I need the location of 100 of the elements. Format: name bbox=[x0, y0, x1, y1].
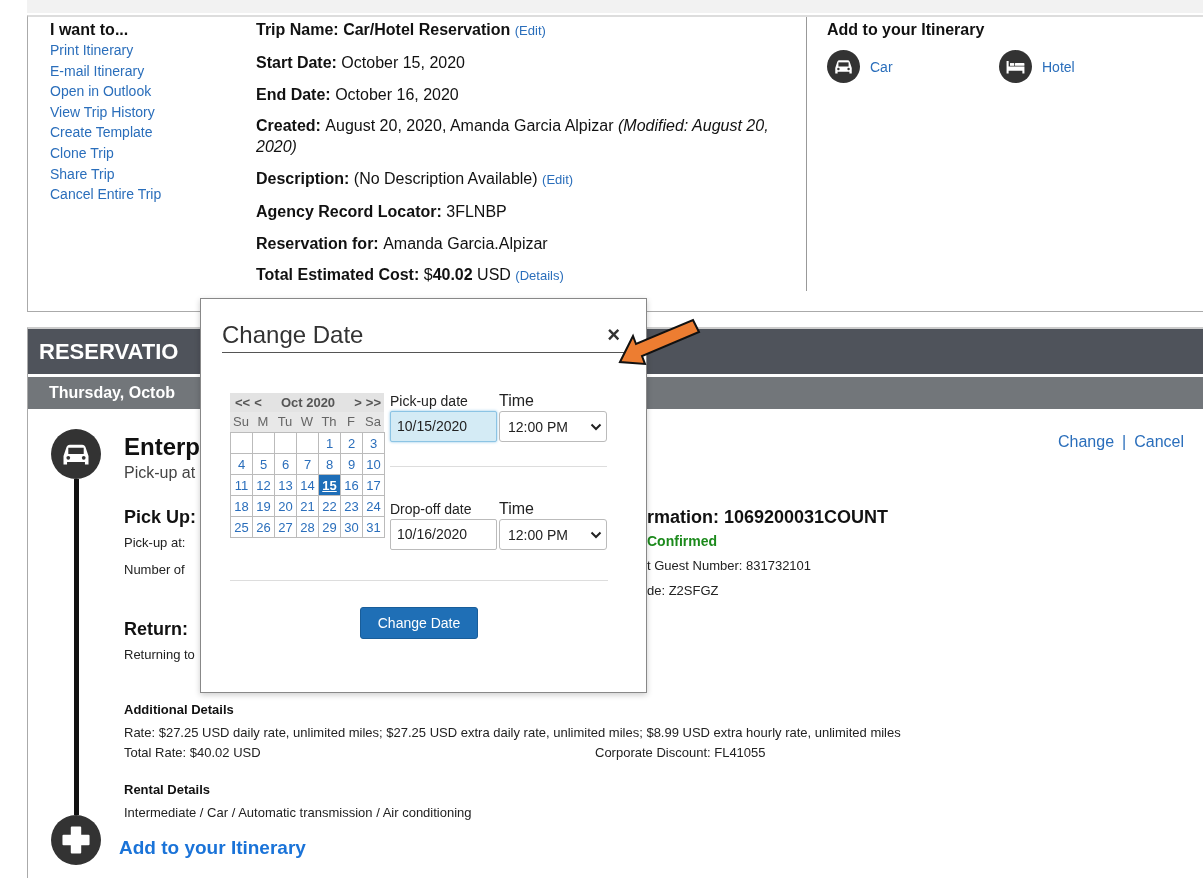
action-link[interactable]: View Trip History bbox=[50, 101, 155, 123]
next-nav[interactable]: > bbox=[354, 395, 362, 410]
calendar-day[interactable]: 6 bbox=[275, 454, 297, 475]
trip-field: Agency Record Locator: 3FLNBP bbox=[256, 201, 806, 223]
calendar-day[interactable]: 28 bbox=[297, 517, 319, 538]
action-link[interactable]: Cancel Entire Trip bbox=[50, 184, 162, 205]
calendar-day[interactable]: 4 bbox=[231, 454, 253, 475]
calendar-day[interactable]: 21 bbox=[297, 496, 319, 517]
detail-text: de: Z2SFGZ bbox=[647, 582, 719, 600]
close-button[interactable]: × bbox=[607, 324, 620, 346]
calendar-day[interactable]: 3 bbox=[363, 433, 385, 454]
calendar-day[interactable]: 30 bbox=[341, 517, 363, 538]
calendar-day[interactable]: 12 bbox=[253, 475, 275, 496]
plus-icon[interactable] bbox=[51, 815, 101, 865]
calendar-day[interactable]: 31 bbox=[363, 517, 385, 538]
section-heading: Pick Up: bbox=[124, 506, 197, 528]
weekday-label: Th bbox=[320, 413, 338, 431]
date-heading: Thursday, Octob bbox=[49, 384, 175, 401]
calendar-day[interactable]: 26 bbox=[253, 517, 275, 538]
car-icon[interactable] bbox=[827, 50, 860, 83]
add-option-link[interactable]: Car bbox=[870, 58, 893, 75]
calendar-day[interactable]: 17 bbox=[363, 475, 385, 496]
subtitle: Pick-up at bbox=[124, 463, 196, 483]
field-label: Pick-up date bbox=[390, 393, 469, 409]
calendar-day[interactable]: 10 bbox=[363, 454, 385, 475]
action-link[interactable]: Print Itinerary bbox=[50, 40, 134, 61]
edit-link[interactable]: (Edit) bbox=[542, 171, 574, 187]
calendar-day[interactable]: 19 bbox=[253, 496, 275, 517]
calendar-day[interactable]: 7 bbox=[297, 454, 319, 475]
section-title: RESERVATIO bbox=[39, 339, 179, 364]
bed-icon[interactable] bbox=[999, 50, 1032, 83]
change-date-button[interactable]: Change Date bbox=[360, 607, 478, 639]
action-link[interactable]: Clone Trip bbox=[50, 142, 114, 164]
next-nav[interactable]: >> bbox=[365, 395, 381, 410]
chevron-icon bbox=[590, 422, 602, 431]
detail-text: Returning to bbox=[124, 646, 195, 664]
calendar-day[interactable]: 23 bbox=[341, 496, 363, 517]
status-text: Confirmed bbox=[647, 532, 718, 551]
calendar-day[interactable]: 22 bbox=[319, 496, 341, 517]
date-field[interactable]: 10/16/2020 bbox=[390, 519, 497, 550]
trip-field: Created: August 20, 2020, Amanda Garcia Alpizar (Modified: August 20, 2020) bbox=[256, 115, 806, 158]
detail-text: Corporate Discount: FL41055 bbox=[595, 744, 767, 762]
weekday-label: W bbox=[299, 413, 315, 431]
action-link[interactable]: Change bbox=[1058, 433, 1115, 451]
action-link[interactable]: Share Trip bbox=[50, 163, 115, 185]
calendar-day[interactable]: 16 bbox=[341, 475, 363, 496]
section-heading: I want to... bbox=[50, 20, 130, 40]
trip-field: Total Estimated Cost: $40.02 USD (Details) bbox=[256, 264, 806, 287]
section-heading: rmation: 1069200031COUNT bbox=[647, 506, 889, 528]
weekday-label: Sa bbox=[364, 413, 382, 431]
trip-field: Start Date: October 15, 2020 bbox=[256, 52, 806, 74]
calendar-day[interactable]: 13 bbox=[275, 475, 297, 496]
calendar-day[interactable]: 15 bbox=[319, 475, 341, 496]
weekday-label: M bbox=[256, 413, 270, 431]
date-field[interactable]: 10/15/2020 bbox=[390, 411, 497, 442]
action-link[interactable]: Create Template bbox=[50, 122, 153, 143]
field-label: Time bbox=[499, 501, 535, 517]
previous-nav[interactable]: < bbox=[254, 395, 262, 410]
edit-link[interactable]: (Edit) bbox=[514, 23, 546, 38]
action-link[interactable]: Open in Outlook bbox=[50, 81, 152, 102]
month-label: Oct 2020 bbox=[280, 395, 336, 410]
field-label: Time bbox=[499, 393, 535, 409]
edit-link[interactable]: (Details) bbox=[515, 268, 564, 284]
trip-field: Description: (No Description Available) (Edit) bbox=[256, 167, 806, 191]
action-link[interactable]: E-mail Itinerary bbox=[50, 60, 145, 82]
detail-text: Pick-up at: bbox=[124, 534, 186, 552]
action-link[interactable]: Cancel bbox=[1134, 433, 1184, 451]
calendar-day[interactable]: 24 bbox=[363, 496, 385, 517]
calendar-day[interactable]: 1 bbox=[319, 433, 341, 454]
dialog-title: Change Date bbox=[222, 321, 364, 349]
previous-nav[interactable]: << bbox=[235, 395, 251, 410]
separator: | bbox=[1122, 433, 1127, 451]
weekday-label: F bbox=[346, 413, 356, 431]
calendar-day[interactable]: 29 bbox=[319, 517, 341, 538]
section-heading: Rental Details bbox=[124, 781, 210, 799]
calendar-day[interactable]: 2 bbox=[341, 433, 363, 454]
calendar-day[interactable]: 9 bbox=[341, 454, 363, 475]
section-heading: Return: bbox=[124, 618, 188, 640]
time-select[interactable]: 12:00 PM bbox=[499, 519, 607, 550]
calendar-day[interactable]: 25 bbox=[231, 517, 253, 538]
calendar-day[interactable]: 5 bbox=[253, 454, 275, 475]
vendor-title: Enterp bbox=[124, 433, 200, 461]
calendar-day[interactable]: 11 bbox=[231, 475, 253, 496]
section-heading: Add to your Itinerary bbox=[827, 20, 986, 40]
add-option-link[interactable]: Hotel bbox=[1042, 58, 1075, 75]
detail-text: t Guest Number: 831732101 bbox=[647, 557, 812, 575]
detail-text: Intermediate / Car / Automatic transmission / Air conditioning bbox=[124, 804, 473, 822]
chevron-icon bbox=[590, 530, 602, 539]
weekday-label: Su bbox=[232, 413, 250, 431]
calendar-day[interactable]: 20 bbox=[275, 496, 297, 517]
trip-field: End Date: October 16, 2020 bbox=[256, 83, 806, 105]
detail-text: Total Rate: $40.02 USD bbox=[124, 744, 262, 762]
trip-field: Reservation for: Amanda Garcia.Alpizar bbox=[256, 232, 806, 254]
calendar-day[interactable]: 18 bbox=[231, 496, 253, 517]
time-select[interactable]: 12:00 PM bbox=[499, 411, 607, 442]
section-heading: Additional Details bbox=[124, 701, 234, 719]
weekday-label: Tu bbox=[276, 413, 294, 431]
calendar-day[interactable]: 27 bbox=[275, 517, 297, 538]
trip-field: Trip Name: Car/Hotel Reservation (Edit) bbox=[256, 19, 806, 42]
add-itinerary-link[interactable]: Add to your Itinerary bbox=[119, 837, 306, 859]
